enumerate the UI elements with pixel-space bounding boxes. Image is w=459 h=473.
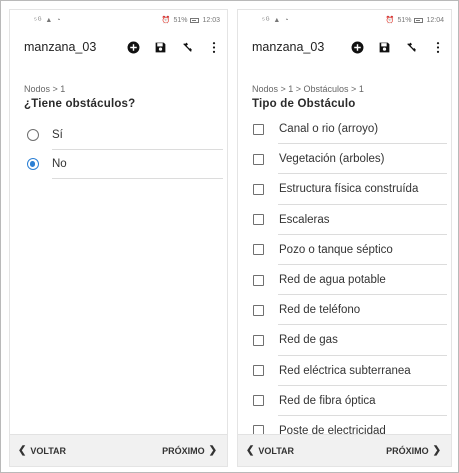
radio-button[interactable]	[27, 128, 39, 141]
checkbox-label: Estructura física construída	[279, 183, 419, 196]
battery-icon	[190, 17, 200, 23]
bottom-nav: ❮ VOLTAR PRÓXIMO ❯	[10, 434, 227, 466]
alarm-icon: ⏰	[161, 17, 171, 24]
next-button[interactable]: PRÓXIMO ❯	[162, 445, 217, 456]
chevron-right-icon: ❯	[432, 445, 441, 456]
checkbox-option[interactable]: Canal o rio (arroyo)	[238, 114, 451, 145]
back-label: VOLTAR	[258, 445, 295, 456]
checkbox[interactable]	[253, 395, 264, 407]
checkbox-option[interactable]: Red de gas	[238, 325, 451, 356]
question-title: Tipo de Obstáculo	[252, 98, 356, 110]
bottom-nav: ❮ VOLTAR PRÓXIMO ❯	[238, 434, 451, 466]
checkbox-label: Red de agua potable	[279, 274, 386, 287]
chevron-right-icon: ❯	[208, 445, 217, 456]
chevron-left-icon: ❮	[18, 445, 27, 456]
checkbox-label: Poste de electricidad	[279, 424, 386, 434]
phone-screen-left: ⁵ᴳ ▲ ◔ ⏰ 51% 12:03 manzana_03 Nodos > 1 …	[9, 9, 228, 467]
checkbox[interactable]	[253, 214, 264, 226]
checkbox-label: Red de fibra óptica	[279, 394, 376, 407]
checkbox[interactable]	[253, 274, 264, 286]
battery-percent: 51%	[173, 16, 188, 24]
next-label: PRÓXIMO	[162, 445, 205, 456]
checkbox-label: Pozo o tanque séptico	[279, 243, 393, 256]
checkbox-label: Escaleras	[279, 213, 330, 226]
status-right: ⏰ 51% 12:04	[385, 16, 444, 25]
back-button[interactable]: ❮ VOLTAR	[246, 445, 294, 456]
checkbox[interactable]	[253, 334, 264, 346]
radio-option-no[interactable]: No	[10, 150, 227, 179]
checkbox-option[interactable]: Vegetación (arboles)	[238, 144, 451, 175]
back-button[interactable]: ❮ VOLTAR	[18, 445, 66, 456]
radio-label: No	[52, 158, 67, 171]
question-title: ¿Tiene obstáculos?	[24, 98, 136, 110]
breadcrumb: Nodos > 1 > Obstáculos > 1	[252, 84, 364, 94]
more-vert-icon[interactable]	[431, 40, 445, 54]
screenshot-frame: ⁵ᴳ ▲ ◔ ⏰ 51% 12:03 manzana_03 Nodos > 1 …	[0, 0, 459, 473]
radio-button-selected[interactable]	[27, 158, 39, 171]
battery-icon	[414, 17, 424, 23]
checkbox[interactable]	[253, 153, 264, 165]
checkbox[interactable]	[253, 244, 264, 256]
add-circle-icon[interactable]	[126, 40, 140, 54]
location-off-icon[interactable]	[180, 40, 194, 54]
checkbox-label: Vegetación (arboles)	[279, 153, 385, 166]
chevron-left-icon: ❮	[246, 445, 255, 456]
signal-icons: ⁵ᴳ ▲ ◔	[262, 16, 290, 24]
status-bar: ⁵ᴳ ▲ ◔ ⏰ 51% 12:03	[10, 10, 227, 30]
alarm-icon: ⏰	[385, 17, 395, 24]
checkbox[interactable]	[253, 183, 264, 195]
checkbox-option[interactable]: Estructura física construída	[238, 174, 451, 205]
app-actions	[126, 40, 221, 54]
breadcrumb: Nodos > 1	[24, 84, 66, 94]
save-icon[interactable]	[153, 40, 167, 54]
app-bar: manzana_03	[10, 30, 227, 64]
add-circle-icon[interactable]	[350, 40, 364, 54]
checkbox[interactable]	[253, 123, 264, 135]
clock: 12:04	[426, 16, 444, 24]
divider	[52, 178, 223, 179]
app-title: manzana_03	[24, 40, 97, 54]
checkbox-option[interactable]: Red de teléfono	[238, 295, 451, 326]
checkbox-option[interactable]: Red de agua potable	[238, 265, 451, 296]
checkbox-option[interactable]: Pozo o tanque séptico	[238, 235, 451, 265]
location-off-icon[interactable]	[404, 40, 418, 54]
checkbox[interactable]	[253, 425, 264, 434]
radio-group: Sí No	[10, 120, 227, 179]
checkbox-list: Canal o rio (arroyo) Vegetación (arboles…	[238, 114, 451, 434]
checkbox[interactable]	[253, 304, 264, 316]
radio-option-si[interactable]: Sí	[10, 120, 227, 150]
checkbox-label: Red de teléfono	[279, 304, 361, 317]
checkbox[interactable]	[253, 365, 264, 377]
clock: 12:03	[202, 16, 220, 24]
signal-icons: ⁵ᴳ ▲ ◔	[34, 16, 62, 24]
checkbox-option[interactable]: Poste de electricidad	[238, 416, 451, 434]
radio-label: Sí	[52, 128, 63, 141]
app-actions	[350, 40, 445, 54]
checkbox-label: Red de gas	[279, 334, 338, 347]
status-right: ⏰ 51% 12:03	[161, 16, 220, 25]
back-label: VOLTAR	[30, 445, 67, 456]
next-button[interactable]: PRÓXIMO ❯	[386, 445, 441, 456]
checkbox-label: Canal o rio (arroyo)	[279, 123, 379, 136]
checkbox-label: Red eléctrica subterranea	[279, 364, 411, 377]
battery-percent: 51%	[397, 16, 412, 24]
app-title: manzana_03	[252, 40, 325, 54]
more-vert-icon[interactable]	[207, 40, 221, 54]
checkbox-option[interactable]: Escaleras	[238, 205, 451, 235]
status-bar: ⁵ᴳ ▲ ◔ ⏰ 51% 12:04	[238, 10, 451, 30]
phone-screen-right: ⁵ᴳ ▲ ◔ ⏰ 51% 12:04 manzana_03 Nodos > 1 …	[237, 9, 452, 467]
save-icon[interactable]	[377, 40, 391, 54]
checkbox-option[interactable]: Red de fibra óptica	[238, 386, 451, 416]
app-bar: manzana_03	[238, 30, 451, 64]
next-label: PRÓXIMO	[386, 445, 429, 456]
checkbox-option[interactable]: Red eléctrica subterranea	[238, 356, 451, 386]
